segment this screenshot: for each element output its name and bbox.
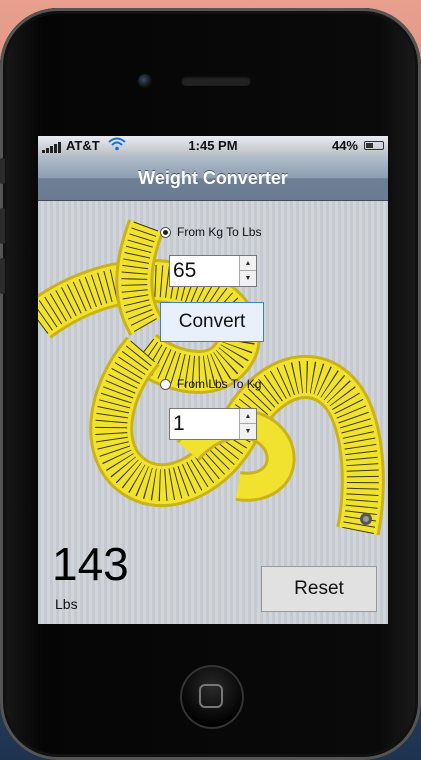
battery-icon bbox=[364, 141, 384, 150]
kg-to-lbs-label: From Kg To Lbs bbox=[177, 225, 262, 239]
phone-screen: AT&T 1:45 PM 44% Weight Converter From K… bbox=[38, 136, 388, 624]
lbs-decrement-icon[interactable]: ▼ bbox=[240, 424, 256, 439]
title-bar: Weight Converter bbox=[38, 156, 388, 201]
kg-decrement-icon[interactable]: ▼ bbox=[240, 271, 256, 286]
status-bar: AT&T 1:45 PM 44% bbox=[38, 136, 388, 156]
home-square-icon bbox=[199, 684, 223, 708]
front-camera bbox=[138, 74, 152, 88]
lbs-value-stepper[interactable]: 1 ▲ ▼ bbox=[169, 408, 257, 440]
kg-to-lbs-radio[interactable] bbox=[160, 226, 171, 238]
lbs-to-kg-radio[interactable] bbox=[160, 378, 171, 390]
kg-value-stepper[interactable]: 65 ▲ ▼ bbox=[169, 255, 257, 287]
kg-to-lbs-option[interactable]: From Kg To Lbs bbox=[160, 225, 261, 239]
lbs-increment-icon[interactable]: ▲ bbox=[240, 409, 256, 424]
volume-down-button bbox=[0, 258, 5, 294]
reset-button[interactable]: Reset bbox=[261, 566, 377, 612]
convert-button[interactable]: Convert bbox=[160, 302, 264, 342]
kg-value-input[interactable]: 65 bbox=[173, 259, 196, 283]
app-title: Weight Converter bbox=[138, 167, 288, 188]
battery-level-fill bbox=[366, 143, 373, 148]
lbs-stepper-arrows: ▲ ▼ bbox=[239, 409, 256, 439]
result-unit: Lbs bbox=[55, 596, 78, 612]
kg-stepper-arrows: ▲ ▼ bbox=[239, 256, 256, 286]
earpiece-speaker bbox=[181, 76, 251, 86]
mute-switch bbox=[0, 158, 5, 184]
lbs-value-input[interactable]: 1 bbox=[173, 412, 185, 436]
volume-up-button bbox=[0, 208, 5, 244]
lbs-to-kg-option[interactable]: From Lbs To Kg bbox=[160, 377, 261, 391]
lbs-to-kg-label: From Lbs To Kg bbox=[177, 377, 262, 391]
home-button[interactable] bbox=[180, 665, 244, 729]
result-value: 143 bbox=[52, 538, 129, 590]
battery-percent: 44% bbox=[331, 138, 358, 153]
kg-increment-icon[interactable]: ▲ bbox=[240, 256, 256, 271]
